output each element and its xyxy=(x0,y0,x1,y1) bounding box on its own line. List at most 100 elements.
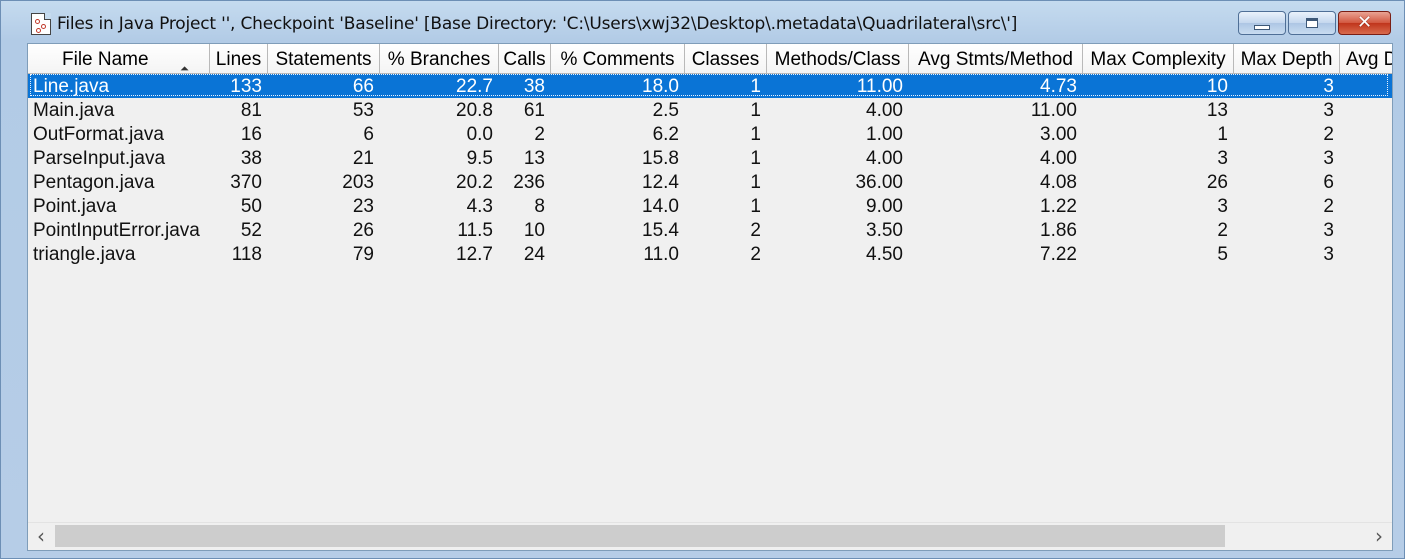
metric-cell: 370 xyxy=(230,172,262,193)
icon-dot xyxy=(36,28,41,33)
metric-cell: 20.8 xyxy=(456,100,493,121)
file-name-cell: Pentagon.java xyxy=(33,172,155,193)
table-row[interactable]: ParseInput.java 38 21 9.5 13 15.8 1 4.00 4.00 3 3 xyxy=(28,146,1392,170)
metric-cell: 9.00 xyxy=(866,196,903,217)
horizontal-scrollbar[interactable]: ‹ › xyxy=(28,522,1392,550)
metric-cell: 53 xyxy=(352,100,374,121)
scroll-right-icon[interactable]: › xyxy=(1366,523,1392,550)
metric-cell: 2 xyxy=(1323,124,1334,145)
table-row[interactable]: Point.java 50 23 4.3 8 14.0 1 9.00 1.22 3 2 xyxy=(28,194,1392,218)
column-header[interactable]: Lines xyxy=(210,44,268,73)
app-icon[interactable] xyxy=(31,13,51,35)
column-header[interactable]: Avg Depth xyxy=(1340,44,1392,73)
metric-cell: 24 xyxy=(523,244,545,265)
metric-cell: 7.22 xyxy=(1040,244,1077,265)
metric-cell: 61 xyxy=(523,100,545,121)
column-header[interactable]: % Branches xyxy=(380,44,499,73)
metric-cell: 13 xyxy=(523,148,545,169)
column-header[interactable]: Calls xyxy=(499,44,551,73)
table-row[interactable]: Line.java 133 66 22.7 38 18.0 1 11.00 4.73 10 3 xyxy=(28,74,1392,98)
column-header[interactable]: Methods/Class xyxy=(767,44,909,73)
maximize-button[interactable] xyxy=(1288,11,1336,35)
metric-cell: 3.50 xyxy=(866,220,903,241)
metric-cell xyxy=(1340,74,1392,98)
metric-cell: 4.00 xyxy=(1040,148,1077,169)
metric-cell: 1 xyxy=(750,124,761,145)
maximize-icon xyxy=(1306,18,1318,28)
file-name-cell: PointInputError.java xyxy=(33,220,200,241)
icon-dot xyxy=(41,24,46,29)
metric-cell: 11.5 xyxy=(457,220,493,241)
metric-cell: 18.0 xyxy=(642,76,679,97)
icon-dot xyxy=(35,19,40,24)
metric-cell: 16 xyxy=(240,124,262,145)
metric-cell: 2 xyxy=(750,244,761,265)
file-name-cell: ParseInput.java xyxy=(33,148,166,169)
file-name-cell: OutFormat.java xyxy=(33,124,164,145)
metric-cell xyxy=(1340,242,1392,266)
table-row[interactable]: PointInputError.java 52 26 11.5 10 15.4 2 3.50 1… xyxy=(28,218,1392,242)
column-header[interactable]: Classes xyxy=(685,44,767,73)
column-header[interactable]: Max Depth xyxy=(1234,44,1340,73)
close-button[interactable]: ✕ xyxy=(1338,11,1391,35)
metric-cell: 14.0 xyxy=(642,196,679,217)
table-row[interactable]: triangle.java 118 79 12.7 24 11.0 2 4.50 7.22 5 3 xyxy=(28,242,1392,266)
table-row[interactable]: Main.java 81 53 20.8 61 2.5 1 4.00 11.00 13 3 xyxy=(28,98,1392,122)
metric-cell: 1.00 xyxy=(866,124,903,145)
metric-cell: 52 xyxy=(240,220,262,241)
metric-cell: 5 xyxy=(1217,244,1228,265)
metric-cell: 3 xyxy=(1323,148,1334,169)
metric-cell: 2 xyxy=(1217,220,1228,241)
metric-cell: 12.4 xyxy=(642,172,679,193)
metric-cell: 10 xyxy=(523,220,545,241)
file-metrics-table[interactable]: File Name ⏶ Lines Statements% Branches Calls… xyxy=(27,43,1393,551)
column-header[interactable]: Avg Stmts/Method xyxy=(909,44,1083,73)
metric-cell: 1 xyxy=(750,172,761,193)
metric-cell: 4.50 xyxy=(866,244,903,265)
metric-cell: 4.73 xyxy=(1040,76,1077,97)
metric-cell: 118 xyxy=(231,244,262,265)
minimize-button[interactable] xyxy=(1238,11,1286,35)
metric-cell xyxy=(1340,218,1392,242)
metric-cell: 13 xyxy=(1206,100,1228,121)
metric-cell: 2 xyxy=(1323,196,1334,217)
metric-cell xyxy=(1340,170,1392,194)
metric-cell: 236 xyxy=(513,172,545,193)
table-row[interactable]: OutFormat.java 16 6 0.0 2 6.2 1 1.00 3.00 1 2 xyxy=(28,122,1392,146)
column-header[interactable]: Max Complexity xyxy=(1083,44,1234,73)
metric-cell: 2.5 xyxy=(652,100,679,121)
icon-fold xyxy=(44,13,51,20)
metric-cell: 50 xyxy=(240,196,262,217)
metric-cell: 0.0 xyxy=(466,124,493,145)
metric-cell: 8 xyxy=(534,196,545,217)
metric-cell: 6.2 xyxy=(652,124,679,145)
table-row[interactable]: Pentagon.java 370 203 20.2 236 12.4 1 36.00 4.08… xyxy=(28,170,1392,194)
metric-cell: 1.86 xyxy=(1040,220,1077,241)
metric-cell: 4.3 xyxy=(466,196,493,217)
sort-ascending-icon: ⏶ xyxy=(180,63,189,73)
metric-cell: 11.0 xyxy=(643,244,679,265)
metric-cell xyxy=(1340,146,1392,170)
metric-cell: 15.4 xyxy=(642,220,679,241)
metric-cell: 3 xyxy=(1323,100,1334,121)
scroll-left-icon[interactable]: ‹ xyxy=(28,523,54,550)
metric-cell: 26 xyxy=(352,220,374,241)
metric-cell: 66 xyxy=(352,76,374,97)
metric-cell: 1 xyxy=(750,100,761,121)
close-icon: ✕ xyxy=(1356,12,1373,33)
metric-cell: 9.5 xyxy=(466,148,493,169)
metric-cell: 4.00 xyxy=(866,148,903,169)
metric-cell: 3 xyxy=(1323,76,1334,97)
metric-cell: 79 xyxy=(352,244,374,265)
column-header[interactable]: Statements xyxy=(268,44,380,73)
file-name-cell: Main.java xyxy=(33,100,115,121)
scrollbar-thumb[interactable] xyxy=(55,525,1225,547)
column-header[interactable]: % Comments xyxy=(551,44,685,73)
app-window: Files in Java Project '', Checkpoint 'Ba… xyxy=(0,0,1405,559)
metric-cell: 3 xyxy=(1217,196,1228,217)
column-header[interactable]: File Name ⏶ xyxy=(28,44,210,73)
title-bar[interactable]: Files in Java Project '', Checkpoint 'Ba… xyxy=(1,1,1404,43)
metric-cell xyxy=(1340,194,1392,218)
metric-cell xyxy=(1340,122,1392,146)
metric-cell: 22.7 xyxy=(456,76,493,97)
